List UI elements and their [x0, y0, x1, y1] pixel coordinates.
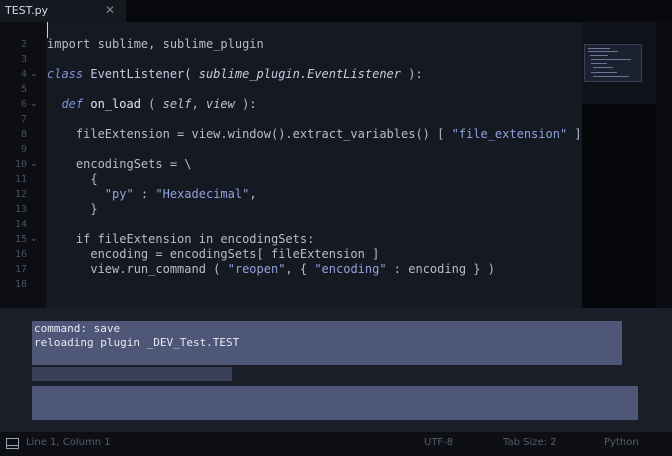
code-line: 2 import sublime, sublime_plugin [0, 37, 580, 52]
console-panel: command: save reloading plugin _DEV_Test… [0, 308, 672, 432]
panel-toggle-icon[interactable] [6, 438, 19, 449]
line-number: 14 [14, 219, 27, 230]
minimap-line [593, 67, 613, 68]
code-line: 8 fileExtension = view.window().extract_… [0, 127, 582, 142]
code-text[interactable]: import sublime, sublime_plugin [47, 37, 264, 52]
code-line: 12 "py" : "Hexadecimal", [0, 187, 580, 202]
line-number: 11 [14, 174, 27, 185]
line-number: 7 [20, 114, 27, 125]
code-text[interactable]: encoding = encodingSets[ fileExtension ] [47, 247, 379, 262]
code-line: 9 [0, 142, 580, 157]
code-text[interactable]: def on_load ( self, view ): [47, 97, 256, 112]
close-icon[interactable]: ✕ [105, 3, 115, 17]
code-line: 14 [0, 217, 580, 232]
code-line: 11 { [0, 172, 580, 187]
code-line: 15 ⌄ if fileExtension in encodingSets: [0, 232, 580, 247]
text-cursor [47, 22, 48, 38]
code-text[interactable]: "py" : "Hexadecimal", [47, 187, 257, 202]
console-output[interactable]: command: save reloading plugin _DEV_Test… [32, 321, 622, 365]
status-bar: Line 1, Column 1 UTF-8 Tab Size: 2 Pytho… [0, 432, 672, 456]
console-line: command: save [34, 322, 121, 335]
line-number: 15 [14, 234, 27, 245]
code-line: 18 [0, 277, 580, 292]
line-number: 10 [14, 159, 27, 170]
tab-label: TEST.py [5, 4, 49, 17]
code-line: 13 } [0, 202, 580, 217]
console-line: reloading plugin _DEV_Test.TEST [34, 336, 240, 349]
fold-chevron-icon[interactable]: ⌄ [30, 157, 38, 172]
line-number: 16 [14, 249, 27, 260]
tab-test-py[interactable]: TEST.py ✕ [0, 0, 126, 22]
minimap-line [588, 51, 618, 52]
fold-chevron-icon[interactable]: ⌄ [30, 67, 38, 82]
code-line: 17 view.run_command ( "reopen", { "encod… [0, 262, 580, 277]
line-number: 9 [20, 144, 27, 155]
line-number: 17 [14, 264, 27, 275]
code-text[interactable]: encodingSets = \ [47, 157, 192, 172]
editor-right-strip [582, 104, 656, 314]
minimap-line [593, 76, 629, 77]
tab-bar: TEST.py ✕ [0, 0, 672, 22]
tab-size-indicator[interactable]: Tab Size: 2 [503, 437, 557, 448]
minimap-line [590, 55, 608, 56]
fold-chevron-icon[interactable]: ⌄ [30, 97, 38, 112]
code-line: 4 ⌄ class EventListener( sublime_plugin.… [0, 67, 580, 82]
console-input[interactable] [32, 386, 638, 420]
code-line: 5 [0, 82, 580, 97]
line-number: 4 [20, 69, 27, 80]
line-number: 5 [20, 84, 27, 95]
code-line: 3 [0, 52, 580, 67]
console-scrollbar[interactable] [32, 367, 232, 381]
cursor-position[interactable]: Line 1, Column 1 [26, 437, 111, 448]
minimap[interactable] [584, 44, 642, 82]
syntax-indicator[interactable]: Python [604, 437, 639, 448]
line-number: 18 [14, 279, 27, 290]
line-number: 12 [14, 189, 27, 200]
editor[interactable]: 2 import sublime, sublime_plugin 3 4 ⌄ c… [0, 22, 656, 314]
minimap-line [591, 59, 631, 60]
code-line: 10 ⌄ encodingSets = \ [0, 157, 580, 172]
code-text[interactable]: if fileExtension in encodingSets: [47, 232, 314, 247]
line-number: 8 [20, 129, 27, 140]
fold-chevron-icon[interactable]: ⌄ [30, 232, 38, 247]
line-number: 13 [14, 204, 27, 215]
line-number: 2 [20, 39, 27, 50]
code-text[interactable]: { [47, 172, 97, 187]
code-text[interactable]: view.run_command ( "reopen", { "encoding… [47, 262, 495, 277]
code-text[interactable]: } [47, 202, 97, 217]
minimap-line [588, 48, 610, 49]
code-text[interactable]: fileExtension = view.window().extract_va… [47, 127, 582, 142]
encoding-indicator[interactable]: UTF-8 [424, 437, 453, 448]
code-line [0, 22, 580, 38]
code-line: 7 [0, 112, 580, 127]
minimap-line [591, 63, 607, 64]
code-line: 6 ⌄ def on_load ( self, view ): [0, 97, 580, 112]
code-text[interactable]: class EventListener( sublime_plugin.Even… [47, 67, 423, 82]
line-number: 3 [20, 54, 27, 65]
minimap-line [591, 72, 617, 73]
code-line: 16 encoding = encodingSets[ fileExtensio… [0, 247, 580, 262]
line-number: 6 [20, 99, 27, 110]
